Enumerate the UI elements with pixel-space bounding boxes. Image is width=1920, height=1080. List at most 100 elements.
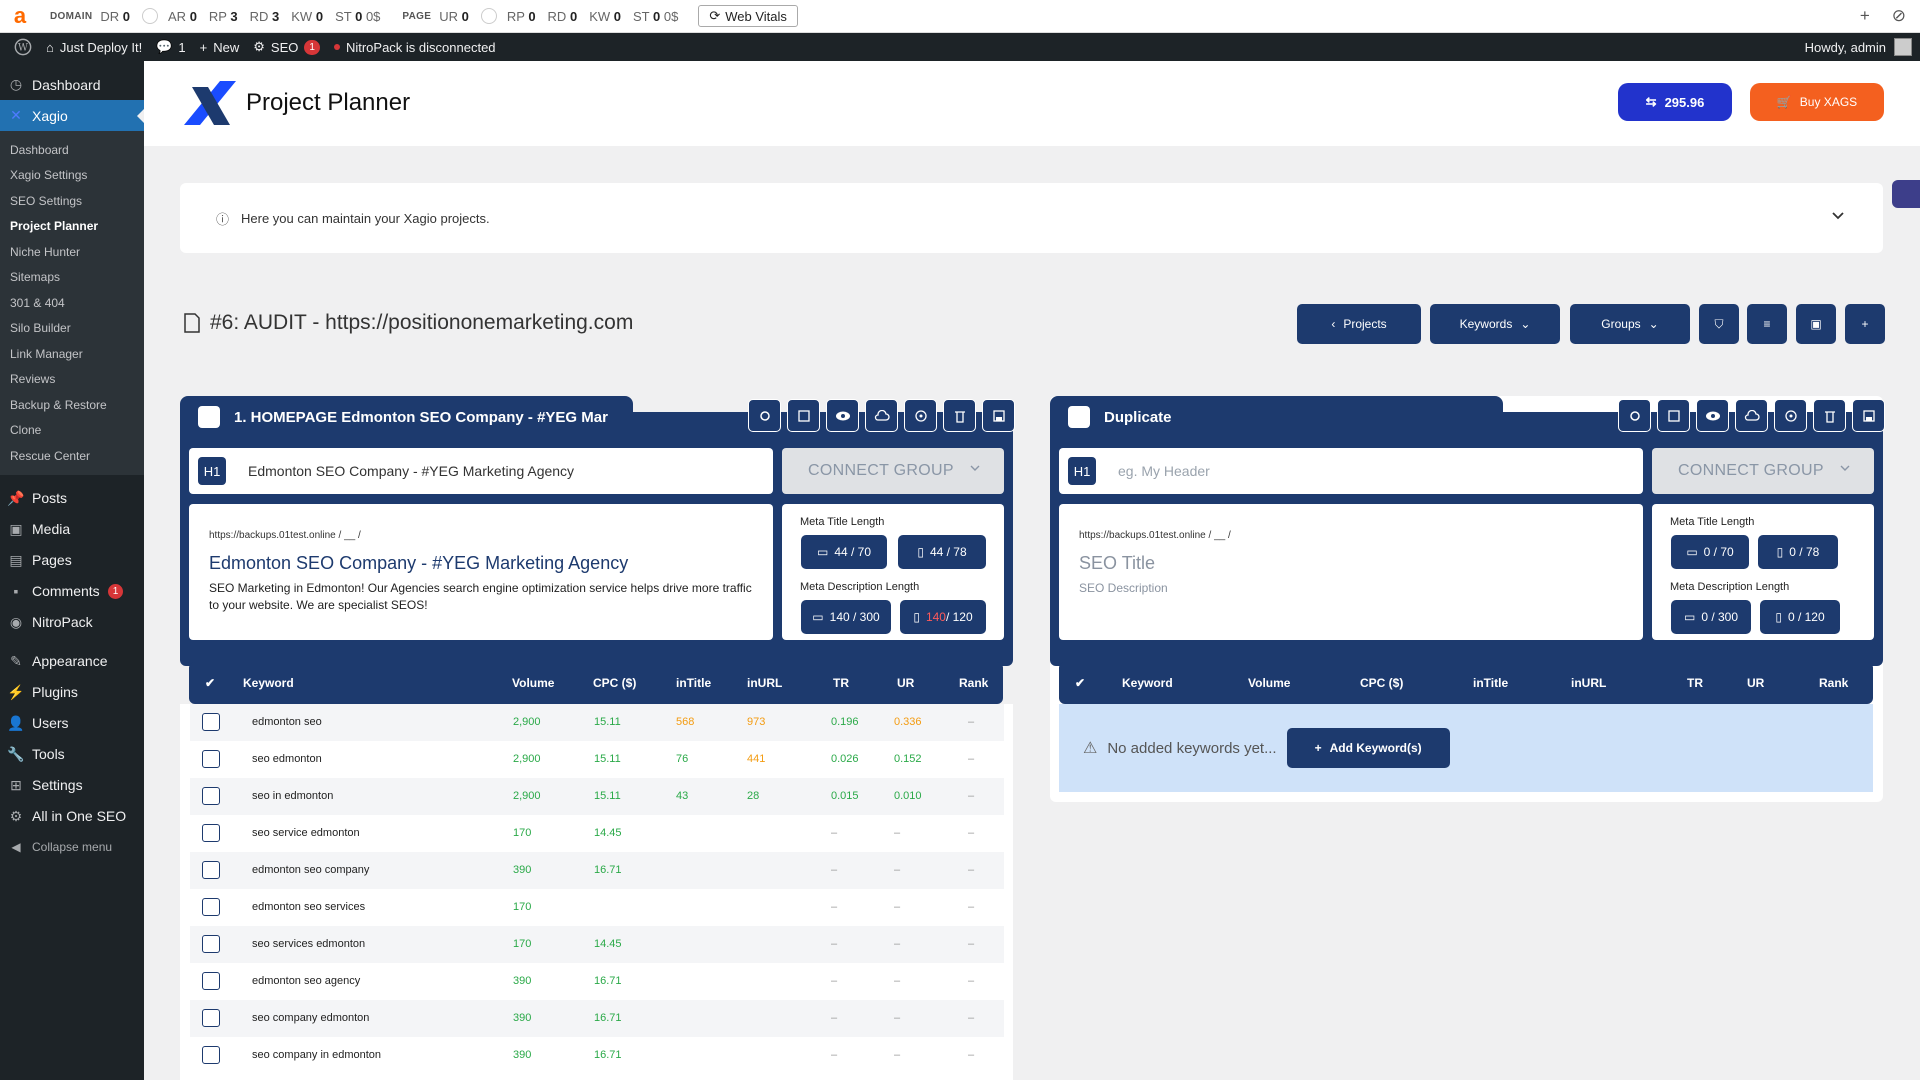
eye-icon[interactable]	[826, 399, 859, 432]
group-1-serp-preview[interactable]: https://backups.01test.online / __ / Edm…	[189, 504, 773, 640]
table-row[interactable]: edmonton seo services 170 – – –	[190, 889, 1004, 926]
nitropack-status[interactable]: NitroPack is disconnected	[333, 40, 496, 55]
sidebar-item-posts[interactable]: 📌 Posts	[0, 483, 144, 514]
table-row[interactable]: edmonton seo agency 390 16.71 – – –	[190, 963, 1004, 1000]
row-checkbox[interactable]	[202, 898, 220, 916]
submenu-301-404[interactable]: 301 & 404	[0, 290, 144, 316]
group-1-h1-field[interactable]: H1 Edmonton SEO Company - #YEG Marketing…	[189, 448, 773, 494]
row-checkbox[interactable]	[202, 713, 220, 731]
serp-description[interactable]: SEO Description	[1079, 580, 1623, 597]
sidebar-item-tools[interactable]: 🔧 Tools	[0, 739, 144, 770]
web-vitals-button[interactable]: ⟳ Web Vitals	[698, 5, 798, 27]
credits-button[interactable]: ⇆ 295.96	[1618, 83, 1732, 121]
row-checkbox[interactable]	[202, 935, 220, 953]
table-row[interactable]: seo company edmonton 390 16.71 – – –	[190, 1000, 1004, 1037]
table-row[interactable]: seo services edmonton 170 14.45 – – –	[190, 926, 1004, 963]
group-1-connect-group[interactable]: CONNECT GROUP	[782, 448, 1004, 494]
sidebar-item-media[interactable]: ▣ Media	[0, 514, 144, 545]
group-1-name[interactable]: 1. HOMEPAGE Edmonton SEO Company - #YEG …	[234, 409, 608, 426]
group-2-connect-group[interactable]: CONNECT GROUP	[1652, 448, 1874, 494]
select-all-check-icon[interactable]: ✔	[1075, 676, 1085, 690]
serp-title[interactable]: SEO Title	[1079, 553, 1623, 574]
submenu-link-manager[interactable]: Link Manager	[0, 341, 144, 367]
add-keywords-button[interactable]: + Add Keyword(s)	[1286, 728, 1450, 768]
table-row[interactable]: seo edmonton 2,900 15.11 76 441 0.026 0.152 –	[190, 741, 1004, 778]
table-row[interactable]: edmonton seo company 390 16.71 – – –	[190, 852, 1004, 889]
wordpress-logo-icon[interactable]: W	[14, 38, 32, 56]
group-2-name[interactable]: Duplicate	[1104, 409, 1172, 426]
table-row[interactable]: seo in edmonton 2,900 15.11 43 28 0.015 0.010 –	[190, 778, 1004, 815]
sidebar-item-appearance[interactable]: ✎ Appearance	[0, 646, 144, 677]
projects-button[interactable]: ‹ Projects	[1297, 304, 1421, 344]
sidebar-item-dashboard[interactable]: ◷ Dashboard	[0, 69, 144, 100]
plus-icon[interactable]: +	[1860, 6, 1870, 26]
row-checkbox[interactable]	[202, 824, 220, 842]
submenu-niche-hunter[interactable]: Niche Hunter	[0, 239, 144, 265]
eye-icon[interactable]	[1696, 399, 1729, 432]
sidebar-item-all-in-one-seo[interactable]: ⚙ All in One SEO	[0, 801, 144, 832]
sidebar-item-comments[interactable]: ▪ Comments 1	[0, 576, 144, 607]
group-1-checkbox[interactable]	[198, 406, 220, 428]
submenu-sitemaps[interactable]: Sitemaps	[0, 265, 144, 291]
group-2-checkbox[interactable]	[1068, 406, 1090, 428]
settings-icon[interactable]	[748, 399, 781, 432]
filter-button[interactable]: ⛉	[1699, 304, 1739, 344]
row-checkbox[interactable]	[202, 1009, 220, 1027]
row-checkbox[interactable]	[202, 1046, 220, 1064]
sidebar-item-users[interactable]: 👤 Users	[0, 708, 144, 739]
trash-icon[interactable]	[1813, 399, 1846, 432]
sidebar-item-settings[interactable]: ⊞ Settings	[0, 770, 144, 801]
save-button[interactable]: ▣	[1796, 304, 1836, 344]
sidebar-item-nitropack[interactable]: ◉ NitroPack	[0, 607, 144, 638]
cloud-icon[interactable]	[865, 399, 898, 432]
target-icon[interactable]	[1774, 399, 1807, 432]
account-menu[interactable]: Howdy, admin	[1805, 38, 1912, 56]
submenu-seo-settings[interactable]: SEO Settings	[0, 188, 144, 214]
sort-button[interactable]: ≡	[1747, 304, 1787, 344]
notes-icon[interactable]	[787, 399, 820, 432]
submenu-rescue-center[interactable]: Rescue Center	[0, 443, 144, 469]
select-all-check-icon[interactable]: ✔	[205, 676, 215, 690]
trash-icon[interactable]	[943, 399, 976, 432]
site-name-link[interactable]: ⌂ Just Deploy It!	[46, 40, 142, 55]
submenu-reviews[interactable]: Reviews	[0, 367, 144, 393]
save-icon[interactable]	[1852, 399, 1885, 432]
add-group-button[interactable]: +	[1845, 304, 1885, 344]
submenu-backup-restore[interactable]: Backup & Restore	[0, 392, 144, 418]
table-row[interactable]: seo service edmonton 170 14.45 – – –	[190, 815, 1004, 852]
keywords-dropdown[interactable]: Keywords ⌄	[1430, 304, 1560, 344]
submenu-project-planner[interactable]: Project Planner	[0, 214, 144, 240]
collapse-menu-button[interactable]: ◀ Collapse menu	[0, 832, 144, 863]
row-checkbox[interactable]	[202, 972, 220, 990]
cloud-icon[interactable]	[1735, 399, 1768, 432]
groups-dropdown[interactable]: Groups ⌄	[1570, 304, 1690, 344]
serp-title[interactable]: Edmonton SEO Company - #YEG Marketing Ag…	[209, 553, 753, 574]
row-checkbox[interactable]	[202, 861, 220, 879]
row-checkbox[interactable]	[202, 787, 220, 805]
group-2-serp-preview[interactable]: https://backups.01test.online / __ / SEO…	[1059, 504, 1643, 640]
target-icon[interactable]	[904, 399, 937, 432]
row-checkbox[interactable]	[202, 750, 220, 768]
table-row[interactable]: edmonton seo 2,900 15.11 568 973 0.196 0.336 –	[190, 704, 1004, 741]
buy-xags-button[interactable]: 🛒 Buy XAGS	[1750, 83, 1884, 121]
chevron-down-icon[interactable]	[1831, 211, 1845, 221]
ahrefs-logo-icon[interactable]: a	[0, 3, 40, 29]
sidebar-item-xagio[interactable]: ✕ Xagio	[0, 100, 144, 131]
no-entry-icon[interactable]: ⊘	[1892, 6, 1906, 26]
new-content-link[interactable]: + New	[200, 40, 240, 55]
info-panel[interactable]: ⓘ Here you can maintain your Xagio proje…	[180, 183, 1883, 253]
seo-menu-link[interactable]: ⚙ SEO 1	[253, 39, 320, 55]
save-icon[interactable]	[982, 399, 1015, 432]
submenu-xagio-settings[interactable]: Xagio Settings	[0, 163, 144, 189]
serp-description[interactable]: SEO Marketing in Edmonton! Our Agencies …	[209, 580, 753, 614]
sidebar-item-plugins[interactable]: ⚡ Plugins	[0, 677, 144, 708]
submenu-silo-builder[interactable]: Silo Builder	[0, 316, 144, 342]
sidebar-item-pages[interactable]: ▤ Pages	[0, 545, 144, 576]
submenu-clone[interactable]: Clone	[0, 418, 144, 444]
fingerprint-tab-icon[interactable]	[1892, 180, 1920, 208]
notes-icon[interactable]	[1657, 399, 1690, 432]
comments-link[interactable]: 💬 1	[156, 39, 185, 55]
settings-icon[interactable]	[1618, 399, 1651, 432]
submenu-dashboard[interactable]: Dashboard	[0, 137, 144, 163]
group-2-h1-field[interactable]: H1 eg. My Header	[1059, 448, 1643, 494]
